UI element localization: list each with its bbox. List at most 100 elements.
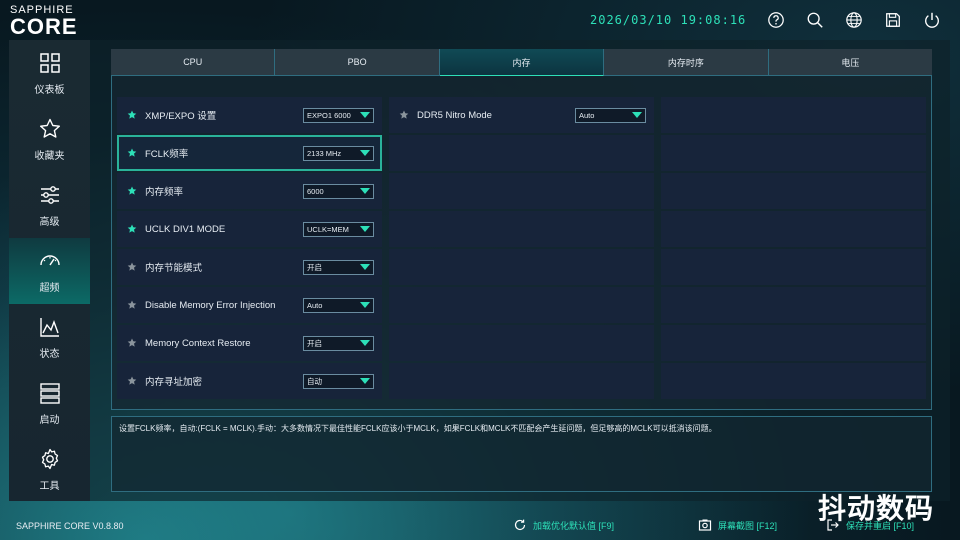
load-defaults-button[interactable]: 加载优化默认值 [F9] bbox=[513, 516, 614, 534]
chart-icon bbox=[39, 317, 59, 337]
sidebar-item-label: 状态 bbox=[39, 348, 60, 360]
screenshot-button[interactable]: 屏幕截图 [F12] bbox=[698, 516, 777, 534]
dropdown-arrow-icon bbox=[360, 340, 370, 346]
setting-row-ddr5-nitro-mode[interactable]: DDR5 Nitro Mode Auto bbox=[389, 97, 654, 133]
globe-icon[interactable] bbox=[843, 9, 864, 30]
sidebar-item-dashboard[interactable]: 仪表板 bbox=[9, 40, 90, 106]
setting-label: Memory Context Restore bbox=[145, 337, 251, 349]
search-icon[interactable] bbox=[804, 9, 825, 30]
setting-row-uclk-div1[interactable]: UCLK DIV1 MODE UCLK=MEM bbox=[117, 211, 382, 247]
dropdown-arrow-icon bbox=[360, 188, 370, 194]
favorite-star-icon[interactable] bbox=[127, 300, 137, 310]
setting-row-xmp-expo[interactable]: XMP/EXPO 设置 EXPO1 6000 bbox=[117, 97, 382, 133]
screenshot-label: 屏幕截图 [F12] bbox=[718, 520, 778, 531]
server-icon bbox=[39, 382, 60, 404]
sidebar-item-label: 高级 bbox=[39, 216, 60, 228]
sliders-icon bbox=[40, 185, 59, 204]
setting-dropdown[interactable]: 自动 bbox=[303, 373, 374, 389]
setting-dropdown[interactable]: Auto bbox=[575, 107, 646, 123]
dropdown-arrow-icon bbox=[360, 150, 370, 156]
sidebar-item-label: 启动 bbox=[39, 414, 60, 426]
empty-cell bbox=[661, 249, 926, 285]
sidebar-item-overclock[interactable]: 超频 bbox=[9, 238, 90, 304]
favorite-star-icon[interactable] bbox=[127, 376, 137, 386]
version-label: SAPPHIRE CORE V0.8.80 bbox=[16, 521, 124, 531]
speedometer-icon bbox=[39, 254, 60, 265]
sidebar-item-label: 工具 bbox=[39, 480, 60, 492]
setting-label: 内存节能模式 bbox=[145, 263, 203, 274]
dropdown-value: 2133 MHz bbox=[307, 148, 342, 158]
empty-cell bbox=[661, 135, 926, 171]
setting-dropdown[interactable]: 开启 bbox=[303, 259, 374, 275]
power-icon[interactable] bbox=[921, 9, 942, 30]
dropdown-value: 自动 bbox=[307, 376, 322, 386]
star-icon bbox=[39, 118, 60, 138]
favorite-star-icon[interactable] bbox=[127, 338, 137, 348]
dropdown-arrow-icon bbox=[360, 112, 370, 118]
setting-dropdown[interactable]: 开启 bbox=[303, 335, 374, 351]
dropdown-value: UCLK=MEM bbox=[307, 224, 349, 234]
setting-dropdown[interactable]: EXPO1 6000 bbox=[303, 107, 374, 123]
setting-label: 内存频率 bbox=[145, 187, 184, 198]
dropdown-arrow-icon bbox=[632, 112, 642, 118]
dropdown-value: 开启 bbox=[307, 262, 322, 272]
tab-voltage[interactable]: 电压 bbox=[768, 49, 933, 76]
dashboard-icon bbox=[39, 52, 60, 73]
setting-dropdown[interactable]: 6000 bbox=[303, 183, 374, 199]
dropdown-value: Auto bbox=[579, 110, 595, 120]
setting-label: Disable Memory Error Injection bbox=[145, 299, 276, 311]
tab-pbo[interactable]: PBO bbox=[275, 49, 440, 76]
empty-cell bbox=[661, 363, 926, 399]
save-icon[interactable] bbox=[882, 9, 903, 30]
favorite-star-icon[interactable] bbox=[127, 186, 137, 196]
empty-cell bbox=[389, 211, 654, 247]
setting-dropdown[interactable]: UCLK=MEM bbox=[303, 221, 374, 237]
dropdown-value: EXPO1 6000 bbox=[307, 110, 351, 120]
favorite-star-icon[interactable] bbox=[127, 262, 137, 272]
dropdown-arrow-icon bbox=[360, 302, 370, 308]
help-icon[interactable] bbox=[765, 9, 786, 30]
empty-cell bbox=[389, 287, 654, 323]
tab-memory-timing[interactable]: 内存时序 bbox=[604, 49, 769, 76]
tab-cpu[interactable]: CPU bbox=[111, 49, 276, 76]
favorite-star-icon[interactable] bbox=[127, 110, 137, 120]
sidebar-item-label: 仪表板 bbox=[34, 84, 65, 96]
reset-icon bbox=[514, 519, 526, 531]
tab-memory[interactable]: 内存 bbox=[439, 49, 605, 76]
sidebar-item-status[interactable]: 状态 bbox=[9, 304, 90, 370]
dropdown-value: 开启 bbox=[307, 338, 322, 348]
setting-row-memory-context-restore[interactable]: Memory Context Restore 开启 bbox=[117, 325, 382, 361]
empty-cell bbox=[389, 325, 654, 361]
top-toolbar bbox=[765, 9, 942, 30]
setting-row-memory-frequency[interactable]: 内存频率 6000 bbox=[117, 173, 382, 209]
empty-cell bbox=[661, 325, 926, 361]
sidebar-item-advanced[interactable]: 高级 bbox=[9, 172, 90, 238]
setting-row-disable-memory-error-injection[interactable]: Disable Memory Error Injection Auto bbox=[117, 287, 382, 323]
load-defaults-label: 加载优化默认值 [F9] bbox=[533, 520, 615, 531]
empty-cell bbox=[661, 97, 926, 133]
sidebar: 仪表板 收藏夹 高级 超频 状态 启动 工具 bbox=[9, 40, 90, 501]
setting-dropdown[interactable]: Auto bbox=[303, 297, 374, 313]
setting-row-memory-power-saving[interactable]: 内存节能模式 开启 bbox=[117, 249, 382, 285]
favorite-star-icon[interactable] bbox=[399, 110, 409, 120]
setting-dropdown[interactable]: 2133 MHz bbox=[303, 145, 374, 161]
setting-row-fclk[interactable]: FCLK频率 2133 MHz bbox=[117, 135, 382, 171]
setting-label: DDR5 Nitro Mode bbox=[417, 109, 492, 121]
sidebar-item-favorites[interactable]: 收藏夹 bbox=[9, 106, 90, 172]
logo-product: CORE bbox=[10, 14, 78, 39]
sidebar-item-boot[interactable]: 启动 bbox=[9, 370, 90, 436]
setting-label: XMP/EXPO 设置 bbox=[145, 111, 217, 122]
sidebar-item-label: 收藏夹 bbox=[34, 150, 65, 162]
empty-cell bbox=[389, 363, 654, 399]
screenshot-icon bbox=[698, 519, 712, 531]
empty-cell bbox=[661, 211, 926, 247]
setting-row-memory-address-encryption[interactable]: 内存寻址加密 自动 bbox=[117, 363, 382, 399]
gear-icon bbox=[41, 448, 58, 469]
setting-label: UCLK DIV1 MODE bbox=[145, 223, 226, 235]
favorite-star-icon[interactable] bbox=[127, 148, 137, 158]
clock: 2026/03/10 19:08:16 bbox=[590, 13, 747, 27]
sidebar-item-label: 超频 bbox=[39, 282, 60, 294]
sidebar-item-tools[interactable]: 工具 bbox=[9, 436, 90, 502]
favorite-star-icon[interactable] bbox=[127, 224, 137, 234]
empty-cell bbox=[389, 249, 654, 285]
